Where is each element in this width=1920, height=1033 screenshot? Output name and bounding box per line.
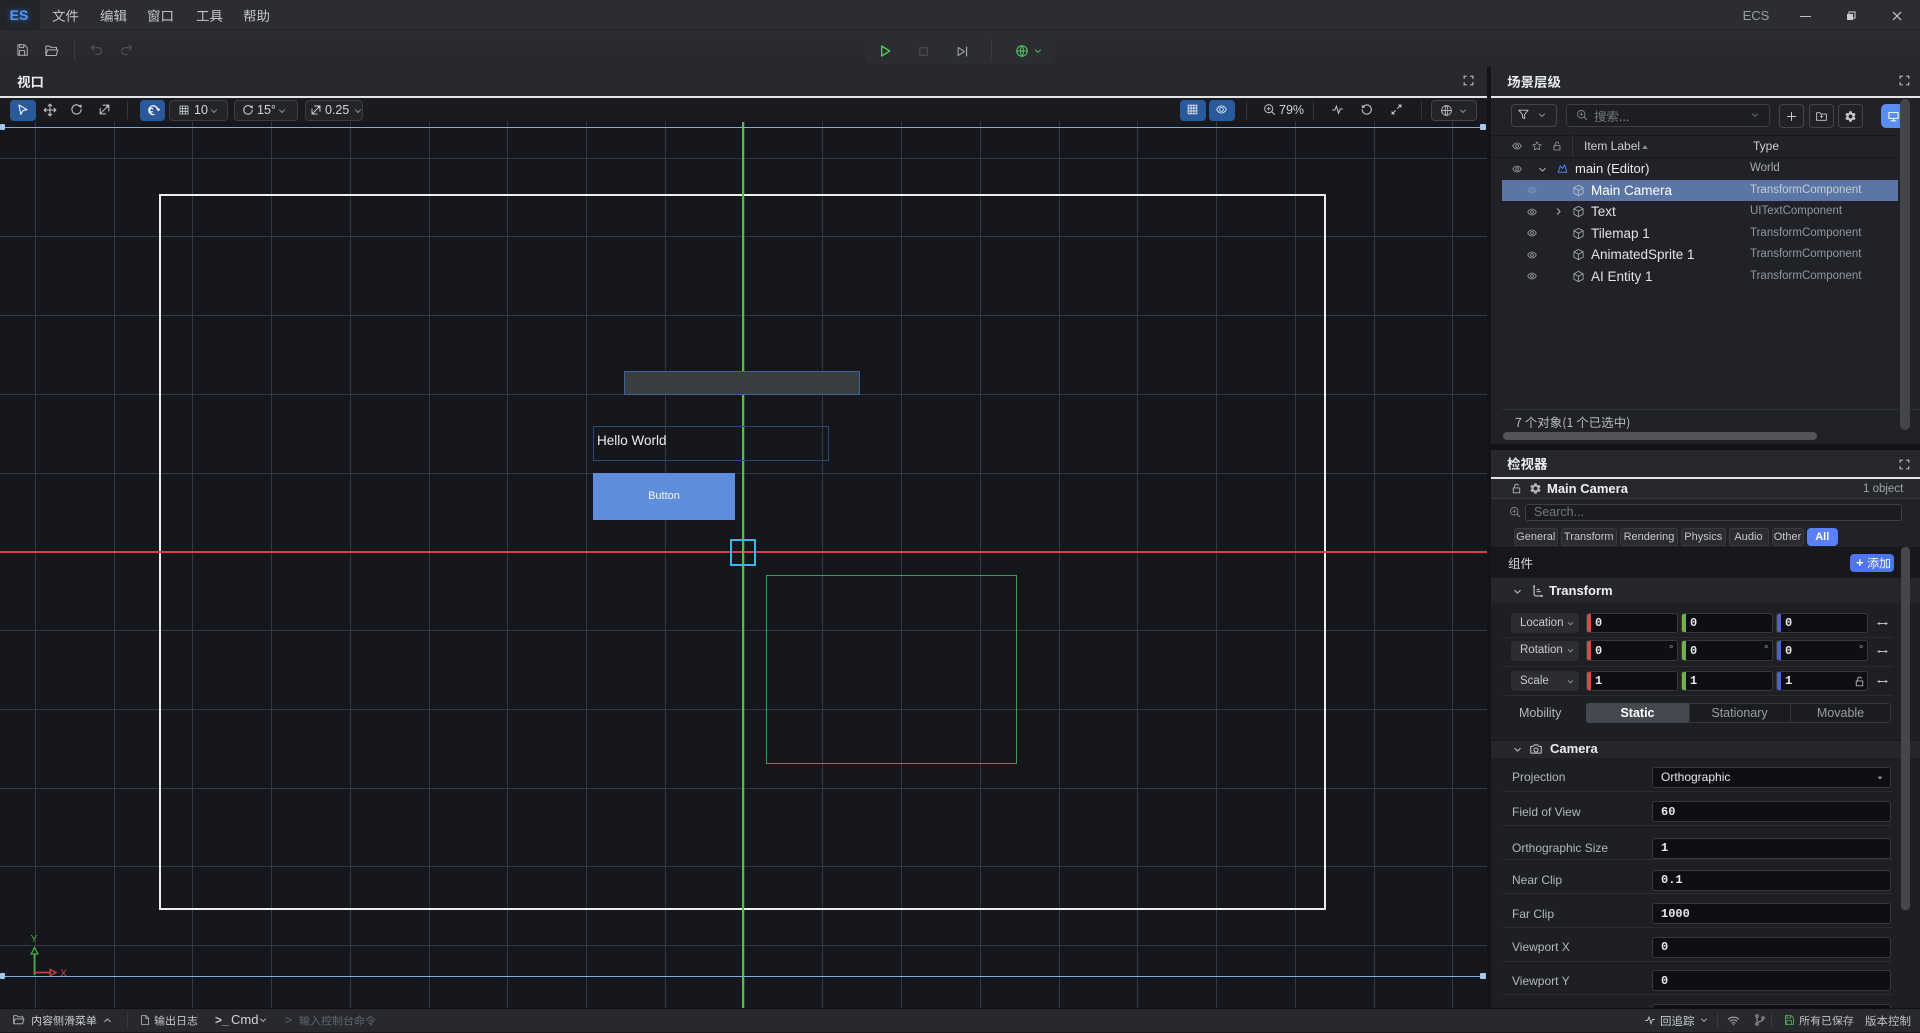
svg-text:Y: Y <box>31 933 38 945</box>
svg-text:X: X <box>60 968 67 980</box>
